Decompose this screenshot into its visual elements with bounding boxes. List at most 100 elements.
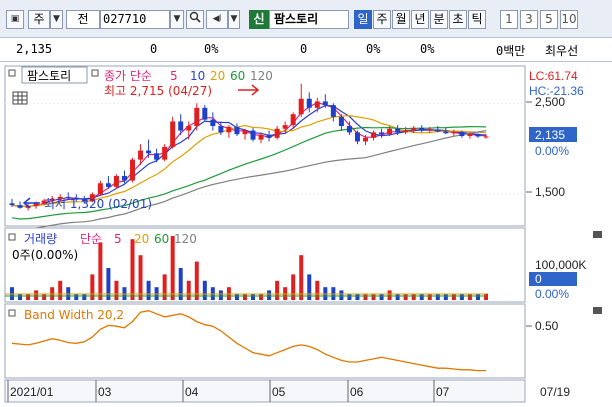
trade-amount: 0백만 [496, 44, 526, 58]
candle-body [467, 134, 473, 136]
ma-period-60[interactable]: 60 [230, 69, 245, 83]
y-tick-label: 2,500 [535, 95, 565, 109]
candle-body [210, 119, 216, 126]
band-axis-label: 0.50 [535, 319, 559, 333]
high-price-label: 최고 2,715 (04/27) [104, 84, 212, 98]
volume-title[interactable]: 거래량 [24, 232, 57, 246]
search-icon[interactable] [186, 10, 204, 29]
candle-body [371, 132, 377, 138]
candle-body [330, 105, 336, 117]
period-type-select[interactable]: 주 [28, 10, 50, 29]
period-button-틱[interactable]: 틱 [468, 10, 486, 29]
y-tick-label: 1,500 [535, 185, 565, 199]
interval-button-10[interactable]: 10 [560, 10, 578, 29]
volume-percent-1: 0% [366, 42, 381, 56]
chevron-down-icon[interactable]: ▼ [228, 10, 240, 29]
volume-bar [467, 293, 472, 300]
panel-close-icon[interactable] [593, 307, 602, 314]
volume-bar [267, 290, 272, 300]
candle-body [242, 130, 248, 135]
volume-bar [114, 280, 119, 300]
lc-label: LC:61.74 [529, 69, 578, 83]
price-panel-name: 팜스토리 [27, 69, 71, 83]
interval-button-1[interactable]: 1 [500, 10, 518, 29]
volume-ma-period-120[interactable]: 120 [174, 232, 197, 246]
candle-body [162, 146, 168, 160]
volume-bar [395, 293, 400, 300]
candle-body [443, 131, 449, 134]
candle-body [322, 101, 328, 106]
current-price-axis: 2,135 [535, 128, 565, 142]
volume-bar [26, 293, 31, 300]
volume-bar [315, 280, 320, 300]
volume-bar [387, 290, 392, 300]
candle-body [194, 107, 200, 126]
ma-period-5[interactable]: 5 [170, 69, 178, 83]
x-tick-label: 04 [185, 385, 199, 399]
stock-chart[interactable]: 팜스토리 종가 단순 5 10 20 60 120 최고 2,715 (04/27) 최… [0, 62, 612, 407]
period-button-주[interactable]: 주 [373, 10, 391, 29]
volume-bar [275, 280, 280, 300]
window-icon[interactable]: ▣ [6, 10, 24, 29]
ma-title[interactable]: 종가 단순 [104, 69, 152, 83]
chevron-down-icon[interactable]: ▼ [50, 10, 63, 29]
speaker-icon[interactable]: ◀⦚ [206, 10, 228, 29]
volume-current-value: 0 [535, 272, 542, 286]
volume-bar [419, 293, 424, 300]
chevron-down-icon[interactable]: ▼ [170, 10, 184, 29]
volume-bar [355, 293, 360, 300]
candle-body [379, 132, 385, 135]
candle-body [403, 130, 409, 133]
volume-bar [251, 293, 256, 300]
table-icon[interactable] [12, 91, 28, 105]
ma-period-120[interactable]: 120 [250, 69, 273, 83]
volume-bar [411, 293, 416, 300]
candle-body [105, 183, 111, 187]
volume-bar [259, 293, 264, 300]
candle-body [306, 98, 312, 108]
period-button-월[interactable]: 월 [392, 10, 410, 29]
volume-bar [130, 239, 135, 300]
volume-bar [435, 293, 440, 300]
candle-body [459, 132, 465, 136]
candle-body [97, 183, 103, 195]
volume-bar [202, 280, 207, 300]
interval-button-3[interactable]: 3 [520, 10, 538, 29]
candle-body [202, 107, 208, 120]
volume-bar [178, 268, 183, 300]
volume-ma-title[interactable]: 단순 [80, 232, 102, 246]
panel-close-icon[interactable] [593, 231, 602, 238]
ma-period-10[interactable]: 10 [190, 69, 205, 83]
volume-bar [34, 290, 39, 300]
x-tick-label: 06 [350, 385, 364, 399]
candle-body [395, 128, 401, 133]
candle-body [282, 125, 288, 129]
candle-body [234, 126, 240, 135]
volume-bar [379, 293, 384, 300]
period-button-년[interactable]: 년 [411, 10, 429, 29]
code-label: 전 [66, 10, 100, 29]
candle-body [451, 132, 457, 134]
volume-ma-period-5[interactable]: 5 [114, 232, 122, 246]
candle-body [130, 159, 136, 181]
stock-name-field[interactable]: 팜스토리 [269, 10, 349, 29]
volume-bar [443, 293, 448, 300]
ma-period-20[interactable]: 20 [210, 69, 225, 83]
stock-code-input[interactable]: 027710 [100, 10, 170, 29]
volume-bar [459, 293, 464, 300]
volume-bar [106, 268, 111, 300]
band-width-title[interactable]: Band Width 20,2 [24, 308, 124, 322]
low-price-label: 최저 1,320 (02/01) [44, 197, 152, 211]
period-button-일[interactable]: 일 [354, 10, 372, 29]
x-tick-label: 05 [272, 385, 286, 399]
period-button-분[interactable]: 분 [430, 10, 448, 29]
volume-ma-period-60[interactable]: 60 [154, 232, 169, 246]
x-tick-label: 07 [436, 385, 450, 399]
new-badge: 신 [249, 10, 269, 29]
interval-button-5[interactable]: 5 [540, 10, 558, 29]
broker-label[interactable]: 최우선 [545, 42, 578, 59]
period-button-초[interactable]: 초 [449, 10, 467, 29]
volume-bar [234, 293, 239, 300]
volume-ma-period-20[interactable]: 20 [134, 232, 149, 246]
current-price: 2,135 [16, 42, 53, 56]
